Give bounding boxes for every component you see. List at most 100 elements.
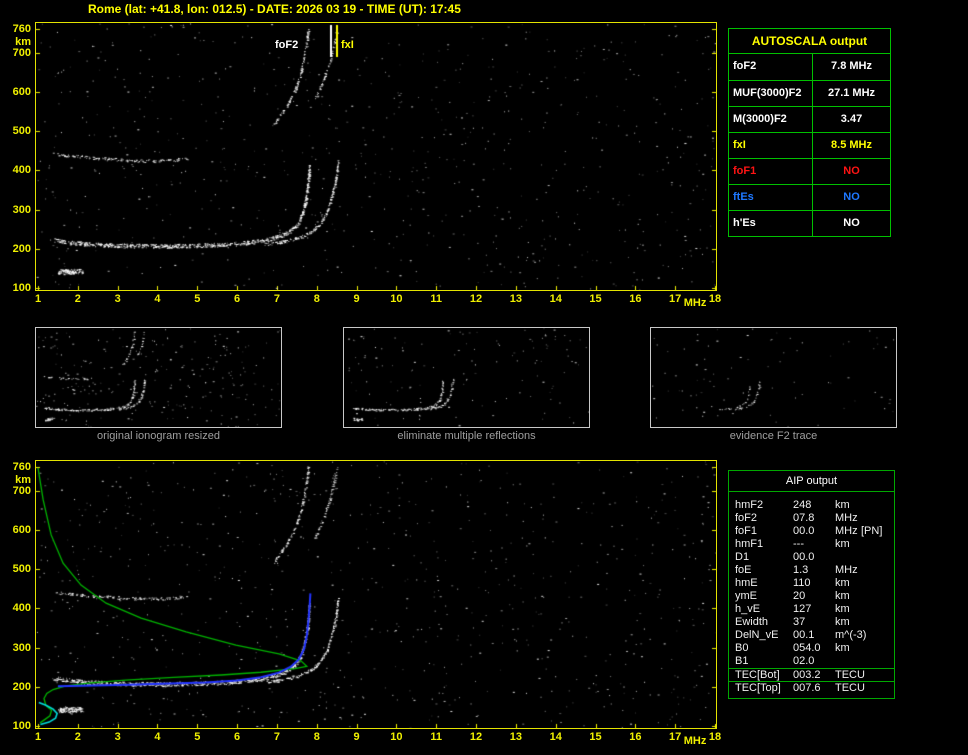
x-tick-label-top: 13 — [509, 293, 522, 305]
x-tick-label-top: 5 — [194, 293, 201, 305]
aip-value: --- — [793, 538, 804, 550]
aip-row: hmF1 --- km — [729, 538, 894, 551]
x-tick-label-bottom: 1 — [34, 731, 42, 743]
x-tick-label-top: 3 — [114, 293, 121, 305]
x-tick-label-bottom: 8 — [313, 731, 320, 743]
x-tick-label-top: 16 — [629, 293, 642, 305]
aip-param: TEC[Top] — [735, 682, 781, 694]
y-tick-label-bottom: 200 — [12, 680, 31, 693]
aip-unit: km — [835, 538, 850, 550]
autoscala-value: 7.8 MHz — [831, 60, 872, 72]
aip-output-table: AIP output hmF2 248 km foF2 07.8 MHz foF1 00.0 M… — [728, 470, 895, 699]
aip-param: foF2 — [735, 512, 758, 524]
y-tick-label-top: 500 — [12, 125, 31, 138]
aip-note — [861, 655, 894, 668]
fof2-marker-label: foF2 — [275, 39, 299, 51]
aip-row: hmE 110 km — [729, 577, 894, 590]
x-tick-label-top: 11 — [430, 293, 443, 305]
autoscala-param: ftEs — [729, 185, 813, 210]
aip-param: h_vE — [735, 603, 761, 615]
autoscala-row: MUF(3000)F2 27.1 MHz — [729, 80, 890, 106]
aip-value: 127 — [793, 603, 812, 615]
autoscala-value: 27.1 MHz — [827, 87, 876, 99]
x-tick-label-bottom: 9 — [353, 731, 360, 743]
aip-param: DelN_vE — [735, 629, 779, 641]
thumbnail-canvas-f2-trace — [651, 328, 896, 427]
autoscala-value: 3.47 — [840, 113, 863, 125]
autoscala-row: fxI 8.5 MHz — [729, 132, 890, 158]
y-tick-label-bottom: 400 — [12, 602, 31, 615]
y-tick-label-top: 760 — [12, 23, 31, 35]
x-axis-unit-top: MHz — [683, 297, 707, 309]
aip-note — [861, 629, 894, 642]
aip-unit: MHz — [835, 525, 858, 537]
aip-note — [861, 538, 894, 551]
x-tick-label-bottom: 2 — [74, 731, 81, 743]
aip-value: 054.0 — [793, 642, 821, 654]
aip-row: B1 02.0 — [729, 655, 894, 668]
aip-unit: MHz — [835, 564, 858, 576]
x-tick-label-bottom: 14 — [549, 731, 562, 743]
aip-note — [861, 642, 894, 655]
x-tick-label-top: 2 — [74, 293, 81, 305]
autoscala-row: foF2 7.8 MHz — [729, 54, 890, 80]
y-tick-label-bottom: 600 — [12, 523, 31, 536]
aip-note — [861, 551, 894, 564]
aip-unit — [835, 655, 861, 668]
aip-note — [861, 577, 894, 590]
y-axis-unit-top: km — [15, 36, 31, 48]
aip-value: 110 — [793, 577, 811, 589]
x-tick-label-bottom: 16 — [629, 731, 642, 743]
aip-param: hmF2 — [735, 499, 764, 511]
aip-param: Ewidth — [735, 616, 769, 628]
x-tick-label-bottom: 15 — [589, 731, 602, 743]
x-tick-label-top: 14 — [549, 293, 562, 305]
x-tick-label-top: 9 — [353, 293, 360, 305]
ionogram-canvas-profile — [36, 461, 716, 728]
aip-unit: km — [835, 616, 850, 628]
autoscala-param: MUF(3000)F2 — [729, 81, 813, 106]
thumbnail-caption-no-multiples: eliminate multiple reflections — [397, 430, 536, 442]
aip-value: 007.6 — [793, 682, 821, 694]
aip-note — [861, 512, 894, 525]
autoscala-row: foF1 NO — [729, 158, 890, 184]
aip-param: foE — [735, 564, 752, 576]
autoscala-window: Rome (lat: +41.8, lon: 012.5) - DATE: 20… — [0, 0, 968, 755]
ionogram-canvas-main — [36, 23, 716, 290]
aip-note — [861, 603, 894, 616]
autoscala-param: M(3000)F2 — [729, 107, 813, 132]
x-tick-label-bottom: 13 — [509, 731, 522, 743]
aip-note — [861, 616, 894, 629]
aip-note: [PN] — [861, 525, 883, 537]
x-tick-label-top: 12 — [469, 293, 483, 305]
thumbnail-original-ionogram — [35, 327, 282, 428]
aip-param: D1 — [735, 551, 750, 563]
autoscala-param: h'Es — [729, 211, 813, 236]
autoscala-value: NO — [843, 217, 860, 229]
fxi-marker-label: fxI — [341, 39, 354, 51]
aip-note — [861, 669, 894, 682]
aip-unit — [835, 551, 861, 564]
aip-value: 003.2 — [793, 669, 821, 681]
aip-param: B1 — [735, 655, 749, 667]
autoscala-param: foF2 — [729, 54, 813, 80]
aip-param: ymE — [735, 590, 757, 602]
y-tick-label-bottom: 300 — [12, 641, 31, 654]
aip-unit: m^(-3) — [835, 629, 867, 641]
aip-unit: km — [835, 590, 850, 602]
aip-value: 00.0 — [793, 551, 815, 563]
aip-row: TEC[Top] 007.6 TECU — [729, 681, 894, 694]
aip-note — [861, 564, 894, 577]
aip-value: 20 — [793, 590, 806, 602]
x-tick-label-top: 4 — [154, 293, 161, 305]
x-tick-label-top: 10 — [390, 293, 403, 305]
x-tick-label-bottom: 11 — [430, 731, 443, 743]
station-date-header: Rome (lat: +41.8, lon: 012.5) - DATE: 20… — [88, 2, 461, 16]
aip-unit: km — [835, 577, 850, 589]
thumbnail-f2-trace — [650, 327, 897, 428]
thumbnail-caption-f2-trace: evidence F2 trace — [729, 430, 818, 442]
aip-unit: TECU — [835, 669, 865, 681]
y-axis-unit-bottom: km — [15, 474, 31, 486]
autoscala-row: ftEs NO — [729, 184, 890, 210]
x-tick-label-top: 8 — [313, 293, 320, 305]
